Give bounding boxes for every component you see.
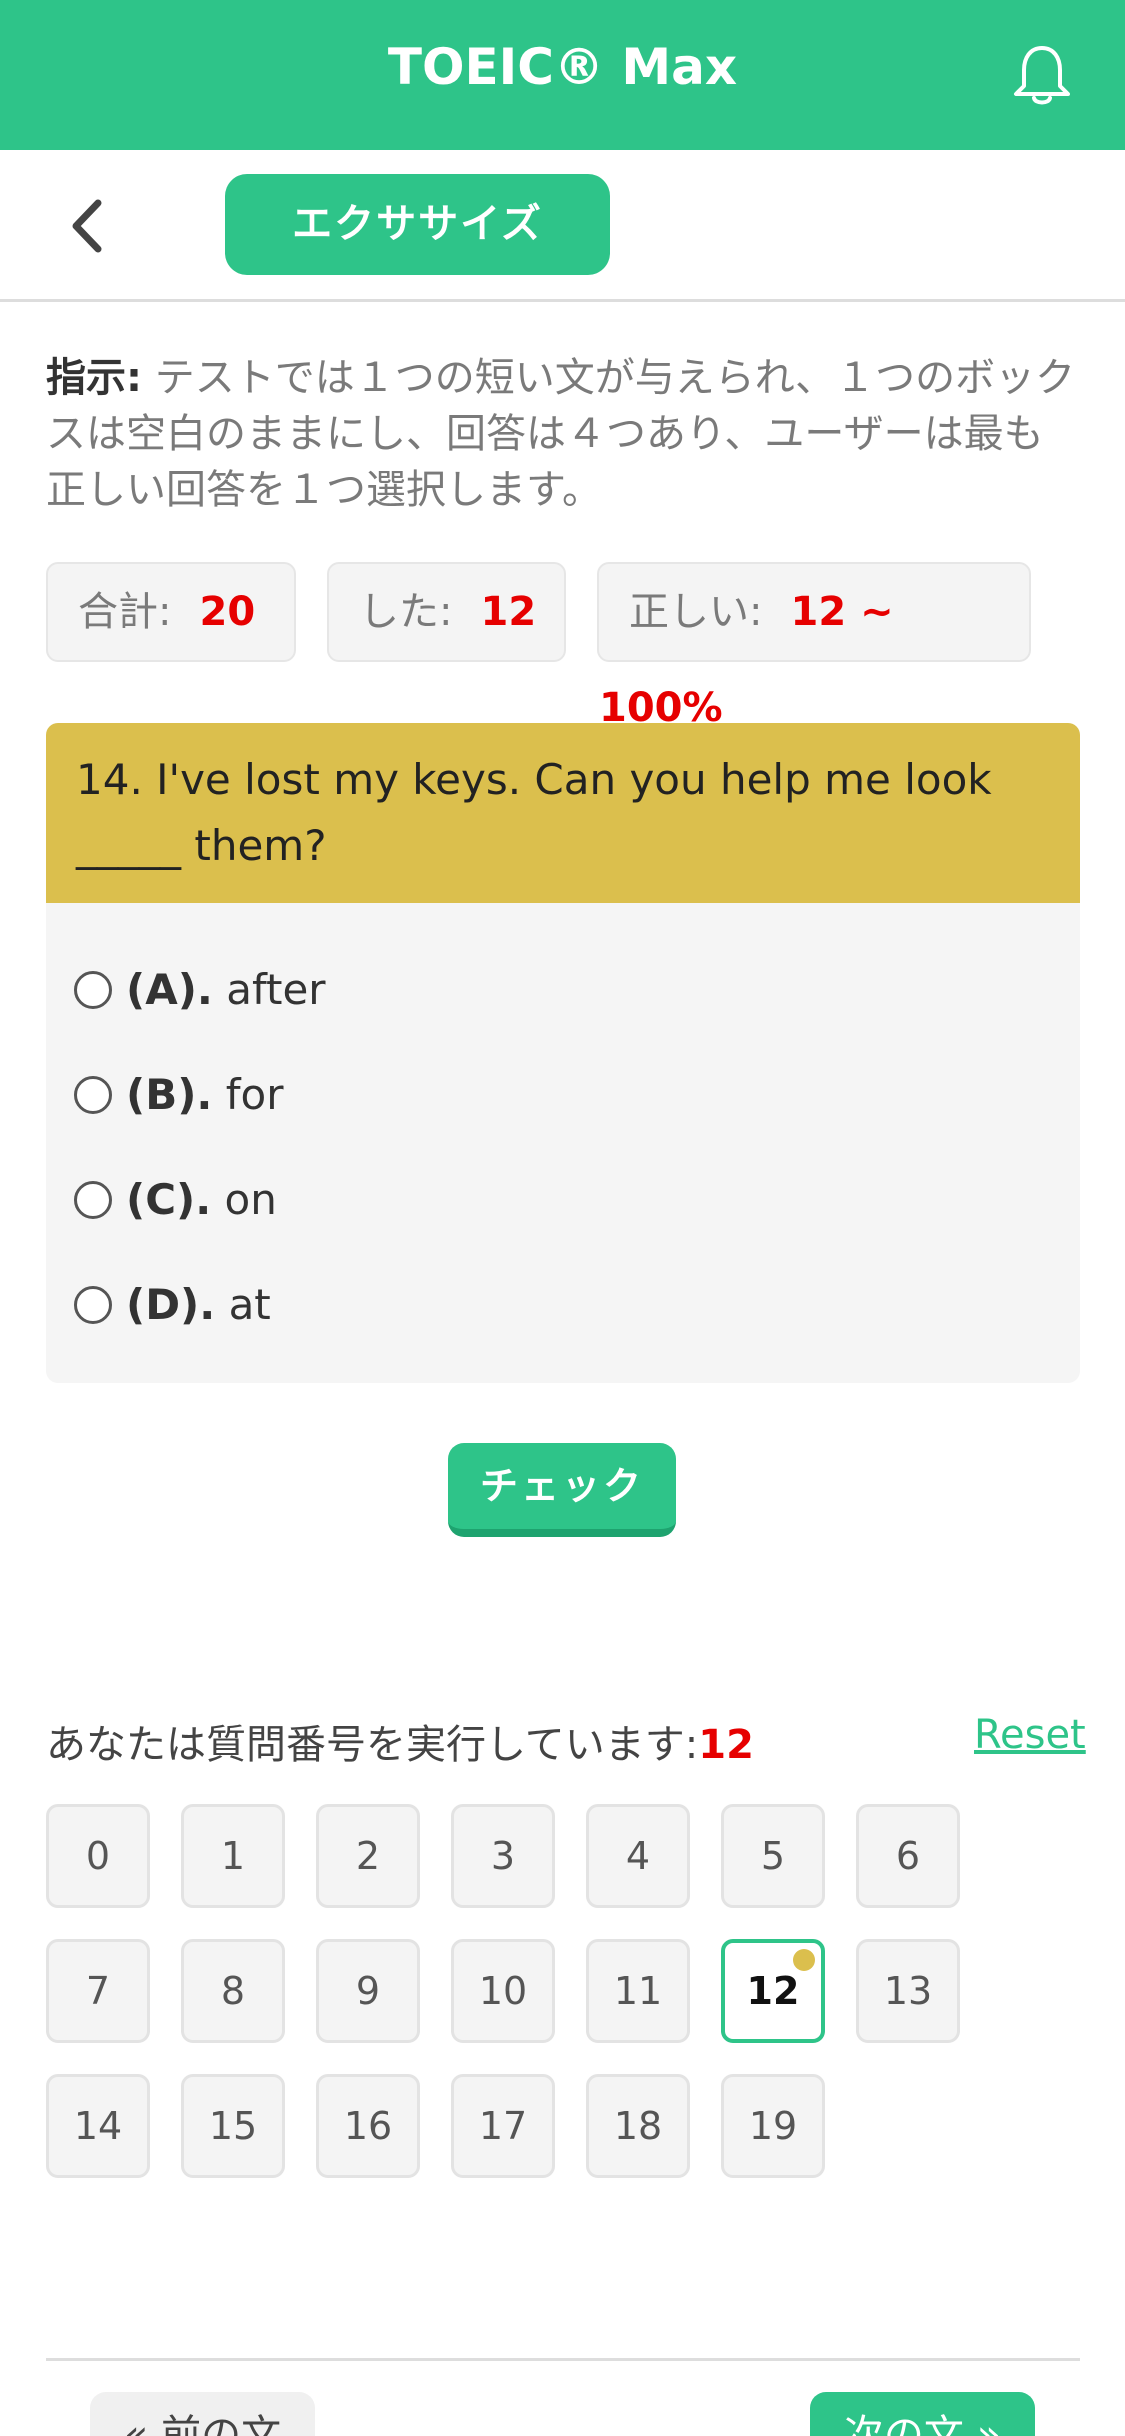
option-c-text: on bbox=[211, 1175, 277, 1224]
question-number-label: 6 bbox=[895, 1834, 921, 1878]
question-number-button[interactable]: 7 bbox=[46, 1939, 150, 2043]
question-number-label: 13 bbox=[883, 1969, 933, 2013]
question-number-label: 3 bbox=[490, 1834, 516, 1878]
progress-text: あなたは質問番号を実行しています:12 bbox=[46, 1712, 754, 1770]
stat-total-value: 20 bbox=[199, 589, 256, 635]
stat-total: 合計: 20 bbox=[46, 562, 296, 662]
question-number-button[interactable]: 18 bbox=[586, 2074, 690, 2178]
question-text: 14. I've lost my keys. Can you help me l… bbox=[46, 723, 1080, 903]
question-number-label: 2 bbox=[355, 1834, 381, 1878]
question-number-label: 15 bbox=[208, 2104, 258, 2148]
question-number-label: 19 bbox=[748, 2104, 798, 2148]
stat-done-value: 12 bbox=[480, 589, 537, 635]
option-b[interactable]: (B). for bbox=[74, 1065, 283, 1125]
question-number-button[interactable]: 8 bbox=[181, 1939, 285, 2043]
option-a-text: after bbox=[212, 965, 326, 1014]
instruction-label: 指示: bbox=[46, 355, 142, 401]
instruction-text: 指示: テストでは１つの短い文が与えられ、１つのボックスは空白のままにし、回答は… bbox=[46, 350, 1076, 518]
question-number-label: 17 bbox=[478, 2104, 528, 2148]
instruction-body: テストでは１つの短い文が与えられ、１つのボックスは空白のままにし、回答は４つあり… bbox=[46, 355, 1076, 513]
app-title: TOEIC® Max bbox=[387, 38, 738, 96]
option-d-key: (D). bbox=[126, 1280, 216, 1329]
question-number-button[interactable]: 3 bbox=[451, 1804, 555, 1908]
question-number-label: 8 bbox=[220, 1969, 246, 2013]
progress-current: 12 bbox=[698, 1722, 754, 1768]
exercise-tab-button[interactable]: エクササイズ bbox=[225, 174, 610, 275]
question-number-label: 9 bbox=[355, 1969, 381, 2013]
stat-correct: 正しい: 12 ~ 100% bbox=[597, 562, 1031, 731]
option-a-key: (A). bbox=[126, 965, 213, 1014]
question-number-button[interactable]: 1 bbox=[181, 1804, 285, 1908]
question-number-button[interactable]: 9 bbox=[316, 1939, 420, 2043]
prev-sentence-button[interactable]: « 前の文 bbox=[90, 2392, 315, 2436]
stat-correct-label: 正しい: bbox=[629, 589, 763, 635]
question-number-button[interactable]: 5 bbox=[721, 1804, 825, 1908]
check-button[interactable]: チェック bbox=[448, 1443, 676, 1537]
app-header: TOEIC® Max bbox=[0, 0, 1125, 150]
question-number-label: 0 bbox=[85, 1834, 111, 1878]
option-c-key: (C). bbox=[126, 1175, 212, 1224]
question-number-label: 14 bbox=[73, 2104, 123, 2148]
option-d[interactable]: (D). at bbox=[74, 1275, 271, 1335]
sub-navigation: エクササイズ bbox=[0, 150, 1125, 302]
question-number-button[interactable]: 17 bbox=[451, 2074, 555, 2178]
radio-a[interactable] bbox=[74, 970, 112, 1009]
option-b-key: (B). bbox=[126, 1070, 213, 1119]
reset-link[interactable]: Reset bbox=[974, 1712, 1086, 1758]
option-c[interactable]: (C). on bbox=[74, 1170, 277, 1230]
radio-c[interactable] bbox=[74, 1180, 112, 1219]
question-card: 14. I've lost my keys. Can you help me l… bbox=[46, 723, 1080, 1383]
question-number-button[interactable]: 14 bbox=[46, 2074, 150, 2178]
option-d-text: at bbox=[215, 1280, 271, 1329]
stat-done: した: 12 bbox=[327, 562, 566, 662]
chevron-left-icon[interactable] bbox=[62, 195, 118, 257]
radio-d[interactable] bbox=[74, 1285, 112, 1324]
question-number-label: 18 bbox=[613, 2104, 663, 2148]
question-number-button[interactable]: 16 bbox=[316, 2074, 420, 2178]
question-number-button[interactable]: 13 bbox=[856, 1939, 960, 2043]
question-number-label: 1 bbox=[220, 1834, 246, 1878]
question-number-label: 11 bbox=[613, 1969, 663, 2013]
question-number-label: 7 bbox=[85, 1969, 111, 2013]
progress-label: あなたは質問番号を実行しています: bbox=[46, 1722, 699, 1768]
radio-b[interactable] bbox=[74, 1075, 112, 1114]
question-number-label: 12 bbox=[746, 1969, 800, 2013]
question-number-label: 16 bbox=[343, 2104, 393, 2148]
question-number-label: 10 bbox=[478, 1969, 528, 2013]
bell-icon[interactable] bbox=[1006, 40, 1078, 112]
option-a[interactable]: (A). after bbox=[74, 960, 326, 1020]
stat-total-label: 合計: bbox=[78, 589, 172, 635]
option-b-text: for bbox=[212, 1070, 284, 1119]
question-number-button[interactable]: 4 bbox=[586, 1804, 690, 1908]
question-number-button[interactable]: 10 bbox=[451, 1939, 555, 2043]
stat-done-label: した: bbox=[359, 589, 453, 635]
question-number-label: 4 bbox=[625, 1834, 651, 1878]
question-number-button[interactable]: 0 bbox=[46, 1804, 150, 1908]
question-number-label: 5 bbox=[760, 1834, 786, 1878]
question-number-button[interactable]: 6 bbox=[856, 1804, 960, 1908]
divider bbox=[46, 2358, 1080, 2361]
question-number-button[interactable]: 12 bbox=[721, 1939, 825, 2043]
current-indicator-dot bbox=[793, 1949, 815, 1971]
question-number-button[interactable]: 2 bbox=[316, 1804, 420, 1908]
question-number-button[interactable]: 15 bbox=[181, 2074, 285, 2178]
question-number-button[interactable]: 19 bbox=[721, 2074, 825, 2178]
question-number-button[interactable]: 11 bbox=[586, 1939, 690, 2043]
next-sentence-button[interactable]: 次の文 » bbox=[810, 2392, 1035, 2436]
